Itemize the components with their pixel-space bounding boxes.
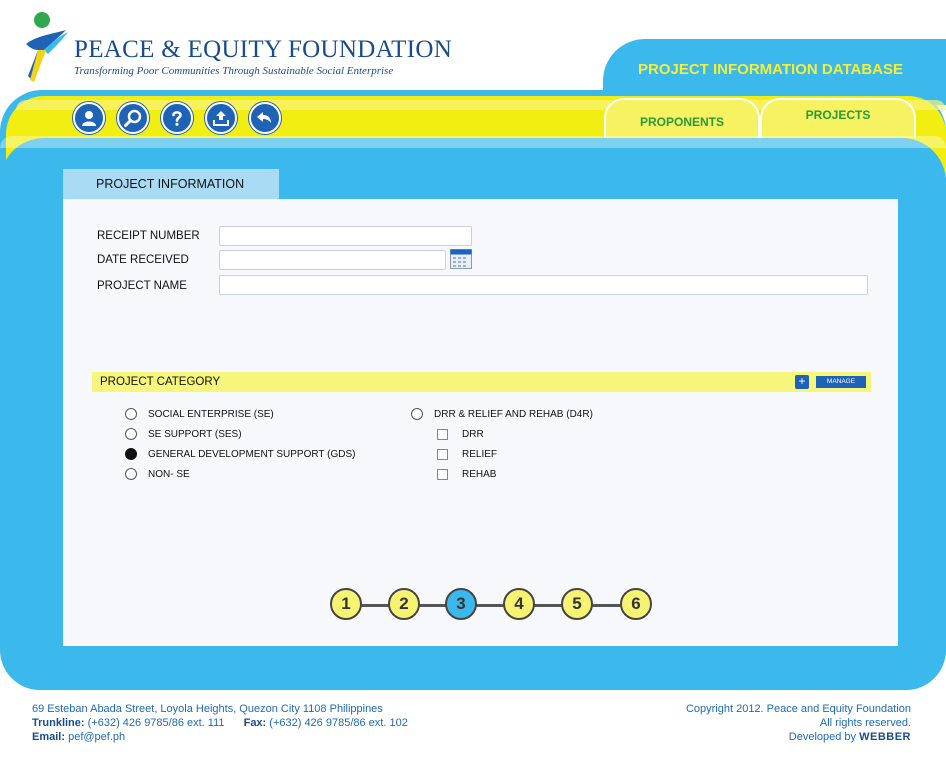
footer-email-line: Email: pef@pef.ph <box>32 730 408 744</box>
rights-text: All rights reserved. <box>819 717 911 729</box>
option-se-support[interactable]: SE SUPPORT (SES) <box>125 428 242 440</box>
main-panel-edge <box>0 136 946 148</box>
developer-link[interactable]: WEBBER <box>859 731 911 743</box>
step-5-button[interactable]: 5 <box>561 588 593 620</box>
radio-se-support[interactable] <box>125 428 137 440</box>
checkbox-drr[interactable] <box>437 429 448 440</box>
footer-contact: 69 Esteban Abada Street, Loyola Heights,… <box>32 702 408 744</box>
radio-d4r[interactable] <box>411 408 423 420</box>
fax-label: Fax: <box>243 717 267 729</box>
option-rehab[interactable]: REHAB <box>437 469 496 480</box>
section-tab-project-information[interactable]: PROJECT INFORMATION <box>63 169 279 199</box>
radio-general-development-support[interactable] <box>125 448 137 460</box>
toolbar <box>73 102 281 134</box>
option-label: SE SUPPORT (SES) <box>148 428 242 440</box>
project-name-label: PROJECT NAME <box>97 280 187 292</box>
email-label: Email: <box>32 731 66 743</box>
footer-credits: Copyright 2012. Peace and Equity Foundat… <box>686 702 911 744</box>
help-button[interactable] <box>161 102 193 134</box>
option-label: REHAB <box>462 469 497 480</box>
tab-proponents[interactable]: PROPONENTS <box>604 98 760 138</box>
upload-button[interactable] <box>205 102 237 134</box>
profile-button[interactable] <box>73 102 105 134</box>
option-label: NON- SE <box>148 468 190 480</box>
upload-icon <box>213 111 229 126</box>
user-icon <box>82 111 96 126</box>
logo: PEACE & EQUITY FOUNDATION Transforming P… <box>22 10 452 88</box>
foundation-logo-icon <box>26 12 68 82</box>
date-received-field[interactable] <box>219 250 446 270</box>
manage-button[interactable]: MANAGE <box>816 376 866 388</box>
fax-value: (+632) 426 9785/86 ext. 102 <box>269 717 408 729</box>
database-title: PROJECT INFORMATION DATABASE <box>638 61 903 78</box>
option-general-development-support[interactable]: GENERAL DEVELOPMENT SUPPORT (GDS) <box>125 448 355 460</box>
search-button[interactable] <box>117 102 149 134</box>
radio-non-se[interactable] <box>125 468 137 480</box>
option-d4r[interactable]: DRR & RELIEF AND REHAB (D4R) <box>411 408 593 420</box>
footer-phone-line: Trunkline: (+632) 426 9785/86 ext. 111 F… <box>32 716 408 730</box>
step-3-button[interactable]: 3 <box>445 588 477 620</box>
option-label: DRR & RELIEF AND REHAB (D4R) <box>434 408 593 420</box>
back-button[interactable] <box>249 102 281 134</box>
step-4-button[interactable]: 4 <box>503 588 535 620</box>
option-non-se[interactable]: NON- SE <box>125 468 190 480</box>
back-icon <box>257 112 271 123</box>
project-category-title: PROJECT CATEGORY <box>100 376 221 388</box>
option-label: GENERAL DEVELOPMENT SUPPORT (GDS) <box>148 448 356 460</box>
tab-projects[interactable]: PROJECTS <box>760 98 916 138</box>
add-category-button[interactable]: + <box>795 375 809 389</box>
checkbox-rehab[interactable] <box>437 469 448 480</box>
receipt-number-field[interactable] <box>219 226 472 246</box>
radio-social-enterprise[interactable] <box>125 408 137 420</box>
org-name: PEACE & EQUITY FOUNDATION <box>74 36 453 63</box>
step-2-button[interactable]: 2 <box>388 588 420 620</box>
option-drr[interactable]: DRR <box>437 429 484 440</box>
copyright-text: Copyright 2012. Peace and Equity Foundat… <box>685 703 911 715</box>
calendar-icon[interactable] <box>450 249 472 269</box>
search-icon <box>124 109 142 127</box>
date-received-label: DATE RECEIVED <box>97 254 189 266</box>
project-name-field[interactable] <box>219 275 868 295</box>
developer-line: Developed by WEBBER <box>686 730 911 744</box>
org-tagline: Transforming Poor Communities Through Su… <box>74 65 394 77</box>
checkbox-relief[interactable] <box>437 449 448 460</box>
developed-by-text: Developed by <box>788 731 857 743</box>
receipt-number-label: RECEIPT NUMBER <box>97 230 200 242</box>
trunkline-value: (+632) 426 9785/86 ext. 111 <box>87 717 225 729</box>
option-label: SOCIAL ENTERPRISE (SE) <box>148 408 274 420</box>
option-label: DRR <box>462 429 484 440</box>
form-card <box>63 199 898 646</box>
trunkline-label: Trunkline: <box>32 717 85 729</box>
email-link[interactable]: pef@pef.ph <box>68 731 125 743</box>
help-icon <box>172 111 182 126</box>
step-6-button[interactable]: 6 <box>620 588 652 620</box>
option-label: RELIEF <box>462 449 498 460</box>
option-relief[interactable]: RELIEF <box>437 449 497 460</box>
footer-address: 69 Esteban Abada Street, Loyola Heights,… <box>32 703 383 715</box>
step-1-button[interactable]: 1 <box>330 588 362 620</box>
option-social-enterprise[interactable]: SOCIAL ENTERPRISE (SE) <box>125 408 274 420</box>
step-navigator: 1 2 3 4 5 6 <box>330 588 655 622</box>
